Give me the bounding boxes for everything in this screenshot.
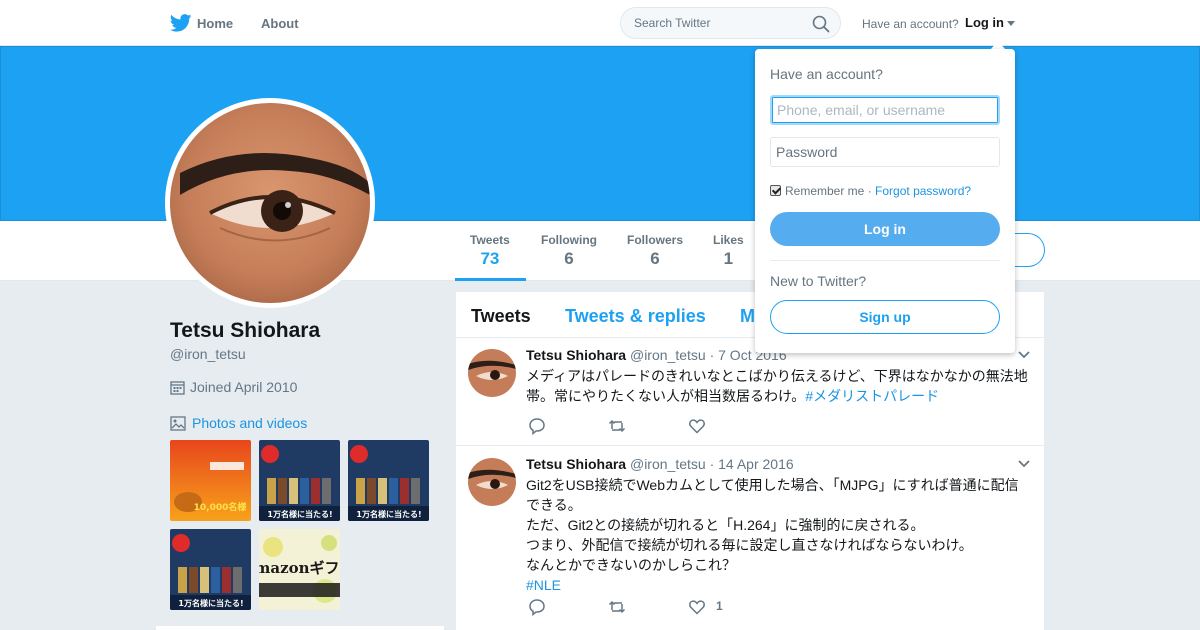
stat-likes[interactable]: Likes 1 — [713, 233, 744, 269]
stat-following[interactable]: Following 6 — [541, 233, 597, 269]
login-button[interactable]: Log in — [770, 212, 1000, 246]
nav-about-link[interactable]: About — [261, 16, 299, 31]
active-stat-underline — [455, 278, 526, 281]
tweet-line: できる。 — [526, 497, 582, 513]
new-to-twitter-text: New to Twitter? — [770, 273, 867, 289]
stat-tweets[interactable]: Tweets 73 — [470, 233, 510, 269]
tweet-item[interactable]: Tetsu Shiohara @iron_tetsu · 14 Apr 2016… — [456, 446, 1044, 630]
photo-thumbnail[interactable]: 1万名様に当たる! — [348, 440, 429, 521]
thumbnail-text: mazonギフ — [259, 559, 340, 577]
tweet-actions: 1 — [528, 598, 828, 616]
tweet-date[interactable]: · 14 Apr 2016 — [710, 456, 794, 472]
stat-value: 73 — [480, 249, 500, 268]
tweet-author-handle[interactable]: @iron_tetsu — [630, 347, 706, 363]
stat-value: 6 — [564, 249, 574, 268]
tweet-hashtag[interactable]: #メダリストパレード — [805, 388, 939, 404]
dropdown-title: Have an account? — [770, 66, 883, 82]
password-field[interactable] — [770, 137, 1000, 167]
top-navigation-bar: Home About Search Twitter Have an accoun… — [0, 0, 1200, 46]
tweet-avatar[interactable] — [468, 349, 516, 397]
image-icon — [170, 416, 186, 431]
search-icon[interactable] — [812, 15, 830, 33]
tweet-line: ただ、Git2との接続が切れると「H.264」に強制的に戻される。 — [526, 517, 925, 533]
tweet-author-handle[interactable]: @iron_tetsu — [630, 456, 706, 472]
search-box[interactable]: Search Twitter — [620, 7, 841, 39]
profile-avatar[interactable] — [165, 98, 375, 308]
tweet-line: Git2をUSB接続でWebカムとして使用した場合、「MJPG」にすれば普通に配… — [526, 477, 1019, 493]
tweet-text: Git2をUSB接続でWebカムとして使用した場合、「MJPG」にすれば普通に配… — [526, 475, 1034, 595]
like-count: 1 — [716, 599, 723, 613]
thumbnail-text: 10,000名様 — [194, 501, 248, 513]
forgot-password-link[interactable]: Forgot password? — [875, 184, 971, 198]
stat-label: Likes — [713, 233, 744, 247]
login-menu-link[interactable]: Log in — [965, 15, 1004, 30]
tab-tweets-replies[interactable]: Tweets & replies — [565, 306, 706, 327]
login-dropdown: Have an account? Remember me · Forgot pa… — [755, 49, 1015, 353]
remember-checkbox[interactable] — [770, 185, 781, 196]
search-placeholder: Search Twitter — [634, 16, 711, 30]
tweet-author-name[interactable]: Tetsu Shiohara — [526, 347, 626, 363]
tweet-text: メディアはパレードのきれいなとこばかり伝えるけど、下界はなかなかの無法地 帯。常… — [526, 366, 1034, 406]
avatar-eye-photo — [170, 103, 370, 303]
photo-thumbnail[interactable]: 10,000名様 — [170, 440, 251, 521]
tab-media[interactable]: M — [740, 306, 755, 327]
tab-tweets[interactable]: Tweets — [471, 306, 531, 327]
tweet-hashtag[interactable]: #NLE — [526, 575, 1034, 595]
photo-thumbnail[interactable]: mazonギフ — [259, 529, 340, 610]
tweet-item[interactable]: Tetsu Shiohara @iron_tetsu · 7 Oct 2016 … — [456, 338, 1044, 446]
like-heart-icon[interactable] — [688, 417, 706, 435]
reply-icon[interactable] — [528, 417, 546, 435]
thumbnail-text: 1万名様に当たる! — [356, 509, 421, 519]
left-card — [156, 626, 444, 630]
tweet-line: 帯。常にやりたくない人が相当数居るわけ。 — [526, 388, 806, 404]
photos-videos-label: Photos and videos — [192, 415, 308, 431]
tweet-line: メディアはパレードのきれいなとこばかり伝えるけど、下界はなかなかの無法地 — [526, 368, 1028, 384]
chevron-down-icon[interactable] — [1018, 351, 1030, 359]
tweet-header: Tetsu Shiohara @iron_tetsu · 7 Oct 2016 — [526, 347, 787, 363]
username-field[interactable] — [770, 95, 1000, 125]
profile-name[interactable]: Tetsu Shiohara — [170, 319, 320, 343]
retweet-icon[interactable] — [608, 417, 626, 435]
tweet-author-name[interactable]: Tetsu Shiohara — [526, 456, 626, 472]
photo-thumbnail[interactable]: 1万名様に当たる! — [259, 440, 340, 521]
chevron-down-icon[interactable] — [1018, 460, 1030, 468]
joined-date: Joined April 2010 — [170, 379, 297, 395]
stat-label: Following — [541, 233, 597, 247]
stat-value: 6 — [650, 249, 660, 268]
profile-handle[interactable]: @iron_tetsu — [170, 346, 246, 362]
tweet-line: なんとかできないのかしらこれ？ — [526, 557, 736, 573]
thumbnail-text: 1万名様に当たる! — [267, 509, 332, 519]
remember-row: Remember me · Forgot password? — [770, 184, 971, 198]
calendar-icon — [170, 381, 185, 395]
divider — [770, 260, 1000, 261]
nav-home-link[interactable]: Home — [197, 16, 233, 31]
tweet-actions — [528, 417, 828, 435]
tweet-line: つまり、外配信で接続が切れる毎に設定し直さなければならないわけ。 — [526, 537, 973, 553]
like-heart-icon[interactable] — [688, 598, 706, 616]
stat-followers[interactable]: Followers 6 — [627, 233, 683, 269]
retweet-icon[interactable] — [608, 598, 626, 616]
signup-button[interactable]: Sign up — [770, 300, 1000, 334]
remember-label[interactable]: Remember me — [785, 184, 864, 198]
twitter-bird-icon[interactable] — [170, 14, 192, 32]
reply-icon[interactable] — [528, 598, 546, 616]
joined-text: Joined April 2010 — [190, 379, 298, 395]
stat-label: Tweets — [470, 233, 510, 247]
stat-value: 1 — [723, 249, 734, 268]
tweet-header: Tetsu Shiohara @iron_tetsu · 14 Apr 2016 — [526, 456, 794, 472]
photo-thumbnail[interactable]: 1万名様に当たる! — [170, 529, 251, 610]
chevron-down-icon[interactable] — [1007, 21, 1015, 26]
photos-videos-link[interactable]: Photos and videos — [170, 415, 307, 431]
stat-label: Followers — [627, 233, 684, 247]
tweet-avatar[interactable] — [468, 458, 516, 506]
separator-dot: · — [867, 184, 872, 198]
have-account-text: Have an account? — [862, 17, 959, 31]
thumbnail-text: 1万名様に当たる! — [178, 598, 243, 608]
